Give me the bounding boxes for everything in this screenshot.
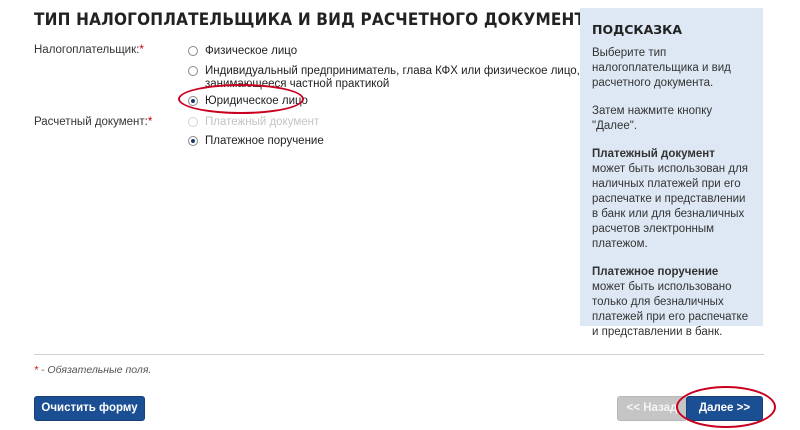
radio-label: Физическое лицо (205, 45, 298, 57)
hint-panel: ПОДСКАЗКА Выберите тип налогоплательщика… (580, 8, 763, 338)
radio-payment-document[interactable]: Платежный документ (188, 116, 319, 129)
highlight-ring (178, 84, 304, 114)
required-mark: * (147, 116, 153, 128)
radio-button[interactable] (188, 46, 198, 56)
radio-individual[interactable]: Физическое лицо (188, 45, 297, 58)
divider (34, 354, 764, 355)
radio-button-disabled[interactable] (188, 117, 198, 127)
radio-label: Платежный документ (205, 116, 320, 128)
radio-label: Платежное поручение (205, 135, 324, 147)
document-label: Расчетный документ:* (34, 116, 153, 128)
taxpayer-label: Налогоплательщик:* (34, 44, 144, 56)
hint-paragraph: Затем нажмите кнопку "Далее". (592, 105, 713, 132)
clear-form-button[interactable]: Очистить форму (34, 396, 145, 421)
radio-button-checked[interactable] (188, 136, 198, 146)
highlight-ring (676, 386, 776, 428)
hint-paragraph: Выберите тип налогоплательщика и вид рас… (592, 47, 731, 89)
required-mark: * (139, 44, 144, 56)
page-title: ТИП НАЛОГОПЛАТЕЛЬЩИКА И ВИД РАСЧЕТНОГО Д… (34, 10, 598, 30)
hint-paragraph: Платежный документ может быть использова… (592, 148, 749, 250)
radio-button[interactable] (188, 66, 198, 76)
radio-payment-order[interactable]: Платежное поручение (188, 135, 324, 148)
hint-paragraph: Платежное поручение может быть использов… (592, 266, 749, 338)
required-note: * - Обязательные поля. (34, 364, 152, 376)
hint-title: ПОДСКАЗКА (592, 22, 683, 37)
